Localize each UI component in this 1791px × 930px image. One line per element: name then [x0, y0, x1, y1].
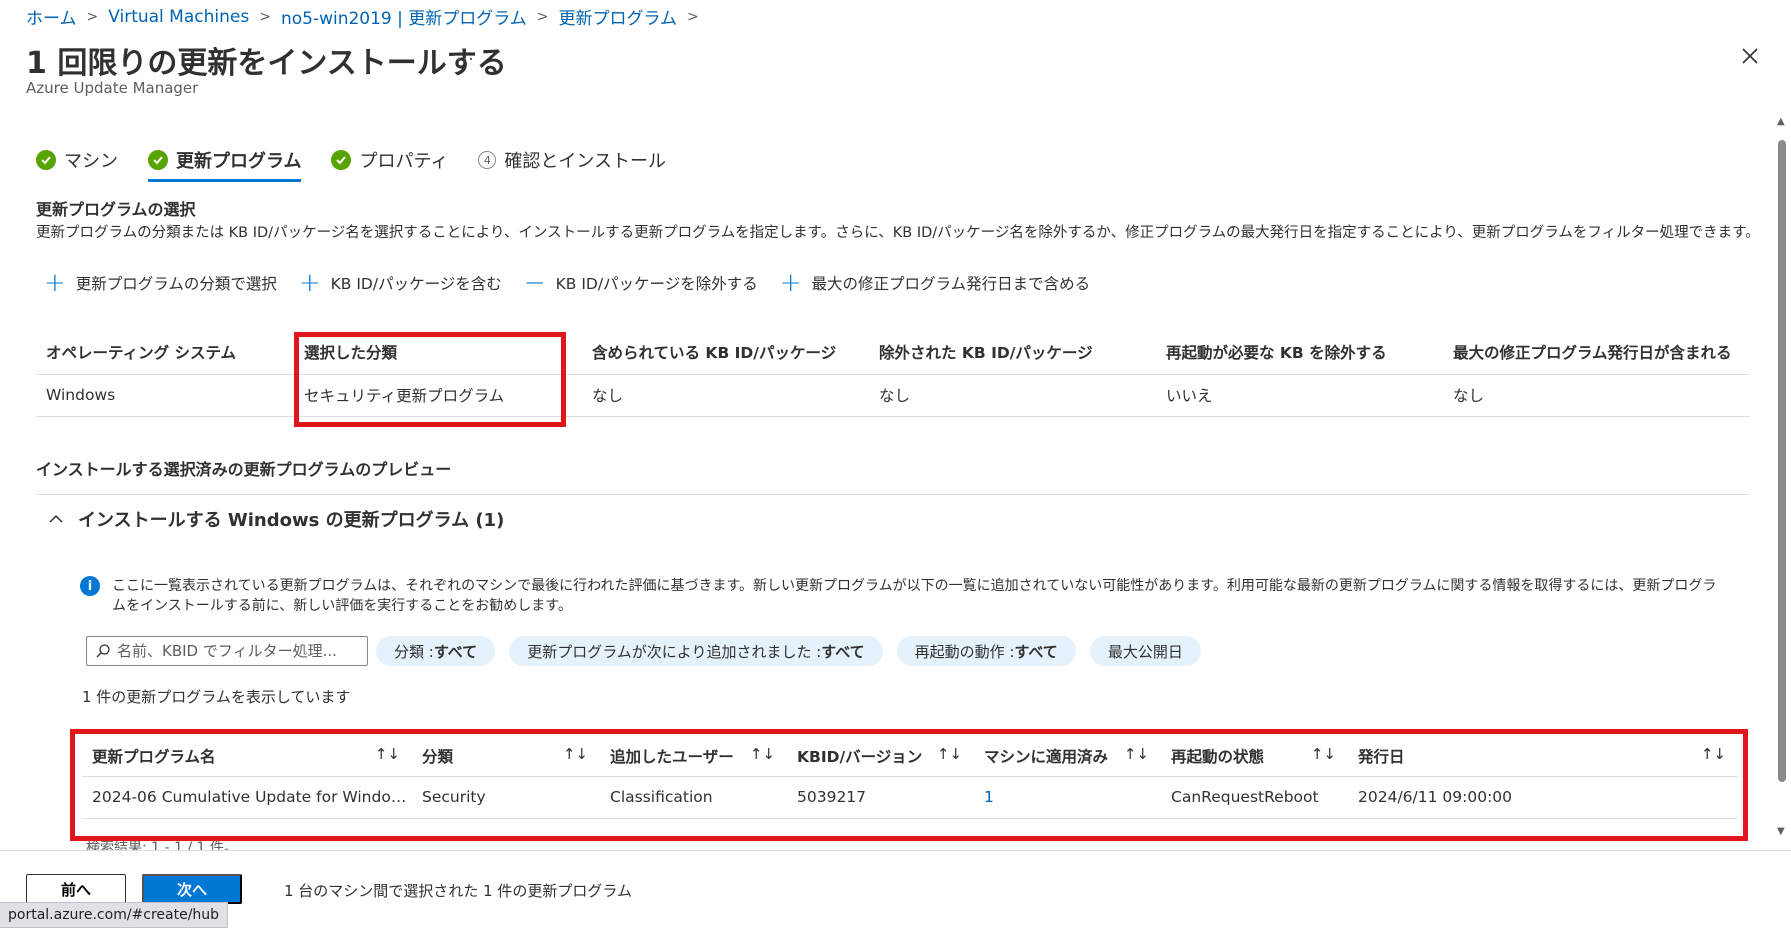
wizard-tabs: マシン 更新プログラム プロパティ 4 確認とインストール	[36, 142, 666, 182]
footer-divider	[0, 850, 1791, 851]
next-button[interactable]: 次へ	[142, 874, 242, 904]
search-input[interactable]	[117, 642, 357, 660]
pill-value: すべて	[821, 642, 865, 661]
scroll-down-icon[interactable]: ▼	[1777, 826, 1785, 837]
action-label: KB ID/パッケージを除外する	[555, 275, 758, 293]
section-description: 更新プログラムの分類または KB ID/パッケージ名を選択することにより、インス…	[36, 225, 1760, 241]
breadcrumb-updates[interactable]: 更新プログラム	[559, 4, 678, 29]
scrollbar-thumb[interactable]	[1778, 140, 1786, 782]
action-label: 更新プログラムの分類で選択	[75, 275, 277, 293]
result-count: 1 件の更新プログラムを表示しています	[82, 688, 351, 706]
info-icon: i	[80, 576, 100, 596]
column-header: 最大の修正プログラム発行日が含まれる	[1443, 330, 1750, 375]
table-cell: なし	[582, 374, 869, 417]
include-kb-button[interactable]: + KB ID/パッケージを含む	[298, 268, 502, 298]
vertical-scrollbar[interactable]: ▲ ▼	[1775, 112, 1789, 848]
info-message: i ここに一覧表示されている更新プログラムは、それぞれのマシンで最後に行われた評…	[80, 576, 1720, 616]
close-button[interactable]	[1738, 44, 1762, 68]
column-header: オペレーティング システム	[36, 330, 294, 375]
accordion-windows-updates[interactable]: インストールする Windows の更新プログラム (1)	[48, 506, 504, 532]
table-cell: なし	[1443, 374, 1750, 417]
info-text: ここに一覧表示されている更新プログラムは、それぞれのマシンで最後に行われた評価に…	[112, 578, 1717, 614]
pill-label: 再起動の動作 :	[914, 642, 1015, 661]
highlight-box	[70, 729, 1748, 841]
section-title-preview: インストールする選択済みの更新プログラムのプレビュー	[36, 460, 452, 479]
checkmark-icon	[148, 150, 168, 170]
more-options-button[interactable]: …	[456, 44, 476, 65]
scroll-up-icon[interactable]: ▲	[1777, 116, 1785, 127]
filter-pill-added-by[interactable]: 更新プログラムが次により追加されました : すべて	[509, 636, 883, 666]
browser-status-bar: portal.azure.com/#create/hub	[0, 902, 229, 928]
tab-label: プロパティ	[359, 151, 449, 172]
plus-icon: +	[779, 268, 802, 298]
pill-value: すべて	[433, 642, 478, 661]
column-header: 除外された KB ID/パッケージ	[869, 330, 1156, 375]
minus-icon: −	[523, 268, 546, 298]
page-title: 1 回限りの更新をインストールする	[26, 46, 507, 81]
breadcrumb-virtual-machines[interactable]: Virtual Machines	[108, 7, 249, 27]
close-icon	[1742, 48, 1758, 64]
action-label: KB ID/パッケージを含む	[330, 275, 502, 293]
chevron-right-icon: >	[687, 8, 699, 25]
filter-pill-max-publish-date[interactable]: 最大公開日	[1089, 636, 1201, 666]
exclude-kb-button[interactable]: − KB ID/パッケージを除外する	[523, 268, 758, 298]
section-title-update-selection: 更新プログラムの選択	[36, 200, 196, 219]
pill-label: 分類 :	[394, 642, 434, 661]
breadcrumb-vm-updates[interactable]: no5-win2019 | 更新プログラム	[281, 4, 527, 29]
pill-label: 更新プログラムが次により追加されました :	[527, 642, 822, 661]
column-header: 含められている KB ID/パッケージ	[582, 330, 869, 375]
breadcrumb: ホーム > Virtual Machines > no5-win2019 | 更…	[26, 4, 699, 30]
tab-properties[interactable]: プロパティ	[331, 142, 448, 178]
table-cell: Windows	[36, 374, 294, 417]
chevron-right-icon: >	[259, 8, 271, 25]
table-cell: なし	[869, 374, 1156, 417]
page-subtitle: Azure Update Manager	[26, 79, 199, 97]
tab-review-install[interactable]: 4 確認とインストール	[478, 142, 666, 178]
breadcrumb-home[interactable]: ホーム	[26, 4, 77, 29]
include-max-patch-date-button[interactable]: + 最大の修正プログラム発行日まで含める	[779, 268, 1091, 298]
chevron-right-icon: >	[86, 8, 99, 25]
previous-button[interactable]: 前へ	[26, 874, 126, 904]
plus-icon: +	[298, 268, 321, 298]
chevron-right-icon: >	[536, 8, 549, 25]
search-icon	[96, 644, 110, 658]
table-cell: いいえ	[1156, 374, 1443, 417]
footer-summary: 1 台のマシン間で選択された 1 件の更新プログラム	[284, 882, 632, 900]
tab-updates[interactable]: 更新プログラム	[148, 142, 302, 182]
filter-search-box[interactable]	[86, 636, 368, 666]
filter-pills: 分類 : すべて 更新プログラムが次により追加されました : すべて 再起動の動…	[376, 636, 1201, 666]
tab-machines[interactable]: マシン	[36, 142, 118, 178]
select-by-classification-button[interactable]: + 更新プログラムの分類で選択	[44, 268, 277, 298]
action-label: 最大の修正プログラム発行日まで含める	[811, 275, 1091, 293]
divider	[36, 494, 1750, 495]
column-header: 再起動が必要な KB を除外する	[1156, 330, 1443, 375]
plus-icon: +	[44, 268, 66, 298]
tab-label: 確認とインストール	[504, 151, 667, 172]
pill-label: 最大公開日	[1107, 642, 1183, 661]
checkmark-icon	[36, 150, 56, 170]
pill-value: すべて	[1014, 642, 1058, 661]
tab-label: マシン	[64, 151, 118, 172]
accordion-label: インストールする Windows の更新プログラム (1)	[78, 510, 505, 531]
step-number-icon: 4	[478, 151, 497, 169]
filter-pill-reboot[interactable]: 再起動の動作 : すべて	[896, 636, 1076, 666]
filter-pill-classification[interactable]: 分類 : すべて	[376, 636, 496, 666]
tab-label: 更新プログラム	[176, 151, 302, 172]
checkmark-icon	[331, 150, 352, 170]
selection-actions: + 更新プログラムの分類で選択 + KB ID/パッケージを含む − KB ID…	[44, 268, 1091, 298]
chevron-up-icon	[49, 514, 63, 523]
highlight-box	[294, 332, 566, 427]
